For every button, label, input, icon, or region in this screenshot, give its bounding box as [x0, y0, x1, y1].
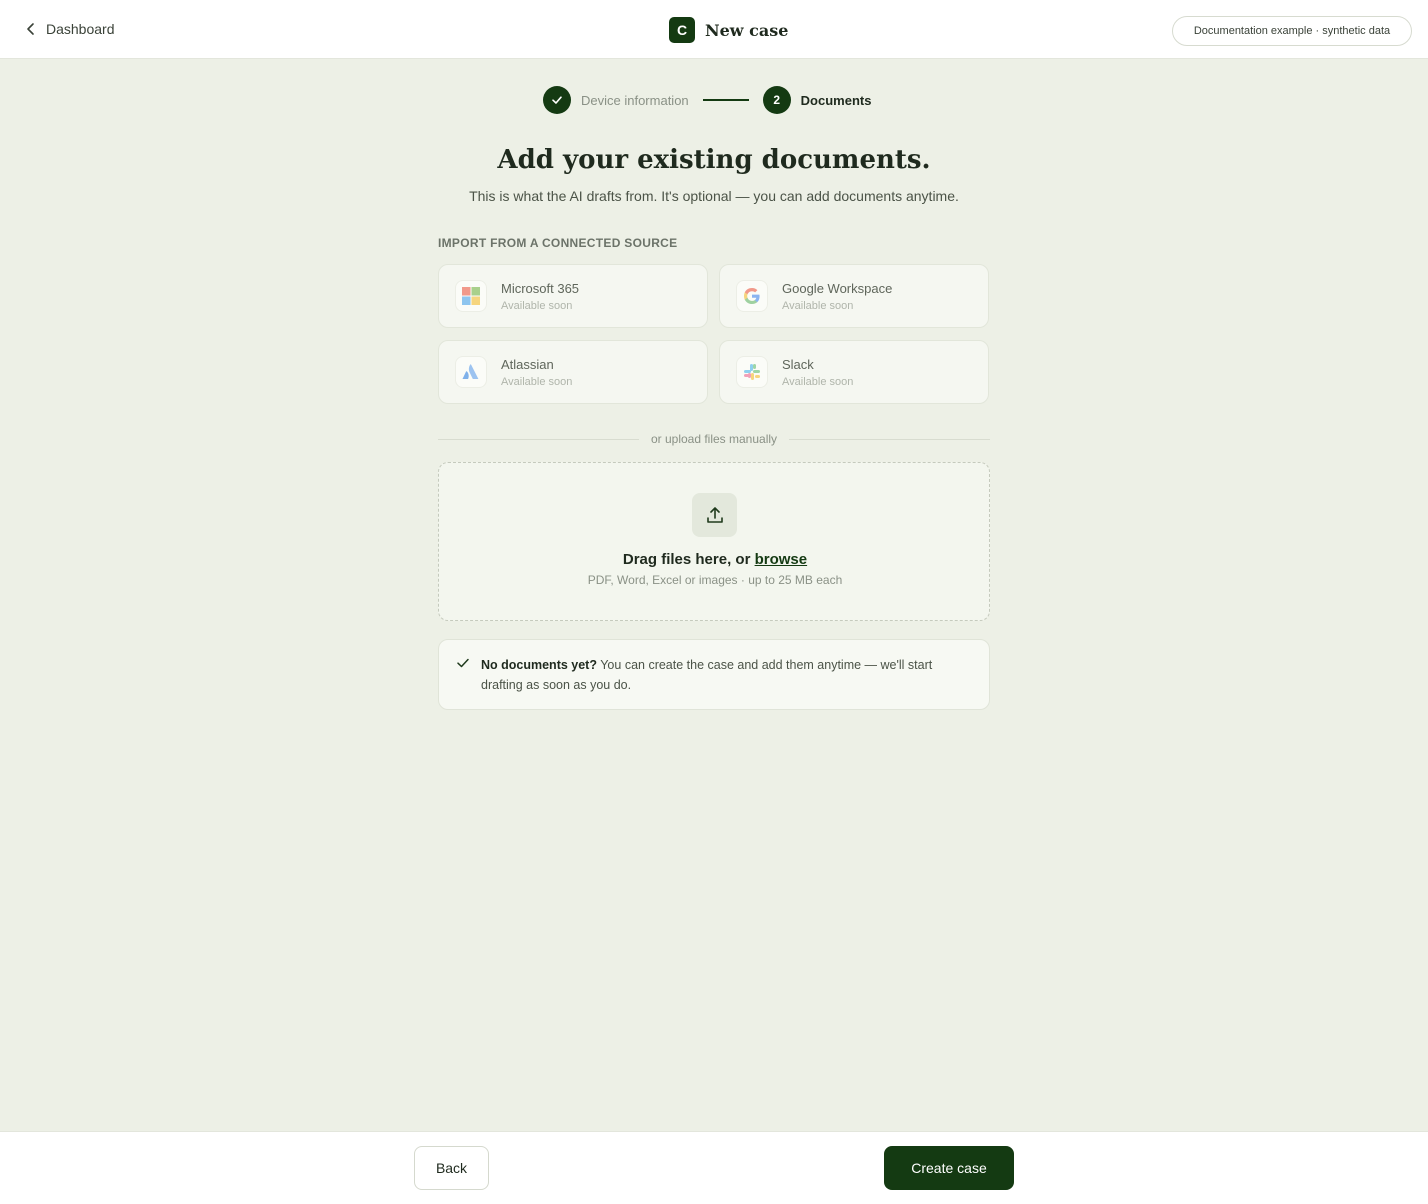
- back-button[interactable]: Back: [414, 1146, 489, 1190]
- create-case-button[interactable]: Create case: [884, 1146, 1014, 1190]
- source-status: Available soon: [782, 375, 854, 388]
- step-label-documents: Documents: [800, 92, 872, 108]
- no-documents-note: No documents yet? You can create the cas…: [438, 639, 990, 710]
- source-status: Available soon: [501, 375, 573, 388]
- divider-text: or upload files manually: [650, 432, 778, 446]
- upload-divider: or upload files manually: [438, 430, 991, 448]
- brand-logo: C: [669, 17, 695, 43]
- footer-bar: Back Create case: [0, 1131, 1428, 1204]
- source-status: Available soon: [782, 299, 854, 312]
- source-card-slack[interactable]: Slack Available soon: [719, 340, 989, 404]
- source-card-google-workspace[interactable]: Google Workspace Available soon: [719, 264, 989, 328]
- source-name: Atlassian: [501, 356, 554, 372]
- back-link-label: Dashboard: [46, 21, 115, 37]
- page-title: New case: [705, 20, 789, 40]
- atlassian-icon: [455, 356, 487, 388]
- check-icon: [552, 96, 562, 104]
- microsoft-icon: [455, 280, 487, 312]
- source-name: Microsoft 365: [501, 280, 580, 296]
- google-icon: [736, 280, 768, 312]
- divider-line: [789, 438, 991, 440]
- source-name: Google Workspace: [782, 280, 893, 296]
- file-dropzone[interactable]: Drag files here, or browse PDF, Word, Ex…: [438, 462, 990, 621]
- upload-icon: [692, 493, 737, 537]
- chevron-left-icon: [27, 23, 34, 35]
- step-connector: [702, 99, 749, 101]
- step-label-device-information: Device information: [581, 92, 689, 108]
- step-complete-indicator: [543, 86, 571, 114]
- main-heading: Add your existing documents.: [497, 145, 931, 175]
- source-status: Available soon: [501, 299, 573, 312]
- check-icon: [457, 658, 469, 668]
- source-card-microsoft-365[interactable]: Microsoft 365 Available soon: [438, 264, 708, 328]
- documentation-badge: Documentation example · synthetic data: [1172, 16, 1412, 46]
- source-name: Slack: [782, 356, 814, 372]
- divider-line: [438, 438, 639, 440]
- browse-link[interactable]: browse: [755, 551, 808, 568]
- section-label: IMPORT FROM A CONNECTED SOURCE: [438, 236, 678, 250]
- stepper: Device information 2 Documents: [543, 85, 871, 115]
- step-number-indicator: 2: [762, 86, 791, 114]
- dropzone-title: Drag files here, or browse: [439, 551, 991, 568]
- back-to-dashboard-link[interactable]: Dashboard: [24, 17, 115, 41]
- main-subheading: This is what the AI drafts from. It's op…: [469, 188, 959, 204]
- source-card-atlassian[interactable]: Atlassian Available soon: [438, 340, 708, 404]
- dropzone-title-text: Drag files here, or: [622, 551, 751, 568]
- dropzone-hint: PDF, Word, Excel or images · up to 25 MB…: [587, 573, 843, 587]
- top-bar: Dashboard C New case Documentation examp…: [0, 0, 1428, 59]
- brand: C New case: [669, 17, 788, 43]
- slack-icon: [736, 356, 768, 388]
- note-text: No documents yet? You can create the cas…: [481, 655, 971, 695]
- note-strong: No documents yet?: [481, 658, 597, 672]
